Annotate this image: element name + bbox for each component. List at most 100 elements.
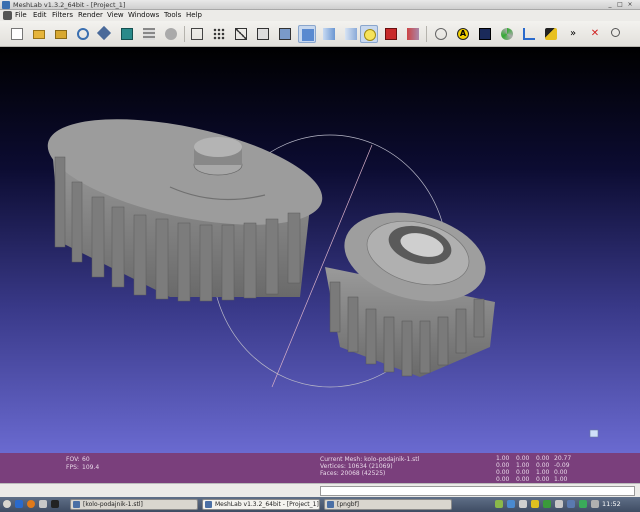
info-panel: FOV: 60 FPS: 109.4 Current Mesh: kolo-po… (0, 453, 640, 483)
new-document-button[interactable] (8, 25, 26, 43)
bounding-box-button[interactable] (188, 25, 206, 43)
align-button[interactable] (162, 25, 180, 43)
light-button[interactable] (360, 25, 378, 43)
color-mesh-button[interactable] (498, 25, 516, 43)
texture-button[interactable] (342, 25, 360, 43)
flat-lines-icon (279, 28, 291, 40)
light-color-button[interactable] (382, 25, 400, 43)
task-label: [pngbf] (337, 501, 360, 508)
paint-button[interactable] (542, 25, 560, 43)
meshlab-app: MeshLab v1.3.2_64bit - [Project_1] _ □ ×… (0, 0, 640, 512)
files-icon[interactable] (39, 500, 47, 508)
3d-viewport[interactable] (0, 47, 640, 453)
status-field (320, 486, 635, 496)
task-item[interactable]: [pngbf] (324, 499, 452, 510)
more-icon: » (569, 28, 577, 39)
vertices-count: Vertices: 10634 (21069) (320, 463, 393, 470)
flat-lines-button[interactable] (276, 25, 294, 43)
menu-windows[interactable]: Windows (128, 10, 159, 21)
save-button[interactable] (96, 25, 114, 43)
light-icon (364, 29, 376, 41)
snapshot-button[interactable] (118, 25, 136, 43)
matrix-cell: 0.00 (496, 476, 510, 483)
menu-view[interactable]: View (107, 10, 124, 21)
menu-render[interactable]: Render (78, 10, 103, 21)
new-document-icon (11, 28, 23, 40)
flat-button[interactable] (298, 25, 316, 43)
points-button[interactable] (210, 25, 228, 43)
vertex-color-button[interactable] (404, 25, 422, 43)
menu-edit[interactable]: Edit (33, 10, 47, 21)
clock[interactable]: 11:52 (602, 497, 621, 512)
start-menu-icon[interactable] (3, 500, 11, 508)
task-icon (327, 501, 334, 508)
wireframe-icon (235, 28, 247, 40)
menu-filters[interactable]: Filters (52, 10, 73, 21)
menu-help[interactable]: Help (186, 10, 202, 21)
points-icon (213, 28, 225, 40)
menu-file[interactable]: File (15, 10, 27, 21)
task-item-meshlab[interactable]: MeshLab v1.3.2_64bit - [Project_1] (202, 499, 320, 510)
shader-button[interactable] (476, 25, 494, 43)
task-item[interactable]: [kolo-podajnik-1.stl] (70, 499, 198, 510)
layers-button[interactable] (140, 25, 158, 43)
firefox-icon[interactable] (27, 500, 35, 508)
vertex-color-icon (407, 28, 419, 40)
matrix-cell: 0.00 (496, 462, 510, 469)
tray-volume-icon[interactable] (555, 500, 563, 508)
viewport-corner-icon[interactable] (589, 429, 599, 438)
minimize-button[interactable]: _ (606, 1, 614, 9)
browser-icon[interactable] (15, 500, 23, 508)
task-label: [kolo-podajnik-1.stl] (83, 501, 143, 508)
light-color-icon (385, 28, 397, 40)
matrix-cell: 0.00 (496, 469, 510, 476)
open-button[interactable] (30, 25, 48, 43)
toolbar-separator (426, 26, 427, 42)
matrix-cell: 0.00 (516, 476, 530, 483)
toolbar: A » ✕ (0, 21, 640, 47)
tray-wifi-icon[interactable] (579, 500, 587, 508)
menu-bar: File Edit Filters Render View Windows To… (0, 10, 640, 21)
menu-tools[interactable]: Tools (164, 10, 181, 21)
tray-notes-icon[interactable] (531, 500, 539, 508)
bounding-box-icon (191, 28, 203, 40)
gear-scene[interactable] (0, 47, 640, 453)
align-icon (165, 28, 177, 40)
tray-battery-icon[interactable] (543, 500, 551, 508)
delete-icon: ✕ (590, 28, 600, 39)
globe-button[interactable] (432, 25, 450, 43)
hidden-lines-button[interactable] (254, 25, 272, 43)
zoom-icon (611, 28, 620, 37)
save-icon (96, 25, 112, 41)
open-project-icon (55, 30, 67, 39)
maximize-button[interactable]: □ (616, 1, 624, 9)
faces-count: Faces: 20068 (42525) (320, 470, 386, 477)
close-button[interactable]: × (626, 1, 634, 9)
delete-button[interactable]: ✕ (586, 25, 604, 43)
axes-button[interactable] (520, 25, 538, 43)
annotation-button[interactable]: A (454, 25, 472, 43)
task-icon (205, 501, 212, 508)
smooth-button[interactable] (320, 25, 338, 43)
reload-button[interactable] (74, 25, 92, 43)
tray-clipboard-icon[interactable] (519, 500, 527, 508)
tray-keyboard-icon[interactable] (591, 500, 599, 508)
more-tools-button[interactable]: » (564, 25, 582, 43)
tray-bluetooth-icon[interactable] (567, 500, 575, 508)
tray-update-icon[interactable] (507, 500, 515, 508)
task-label: MeshLab v1.3.2_64bit - [Project_1] (215, 501, 319, 508)
matrix-cell: 20.77 (554, 455, 572, 462)
wireframe-button[interactable] (232, 25, 250, 43)
matrix-cell: 0.00 (536, 455, 550, 462)
task-icon (73, 501, 80, 508)
terminal-icon[interactable] (51, 500, 59, 508)
current-mesh: Current Mesh: kolo-podajnik-1.stl (320, 456, 420, 463)
flat-icon (302, 29, 314, 41)
open-project-button[interactable] (52, 25, 70, 43)
fps-label: FPS: (66, 464, 79, 471)
tray-network-icon[interactable] (495, 500, 503, 508)
paint-icon (545, 28, 557, 40)
zoom-button[interactable] (608, 25, 626, 43)
app-icon (2, 1, 10, 9)
matrix-cell: -0.09 (554, 462, 570, 469)
